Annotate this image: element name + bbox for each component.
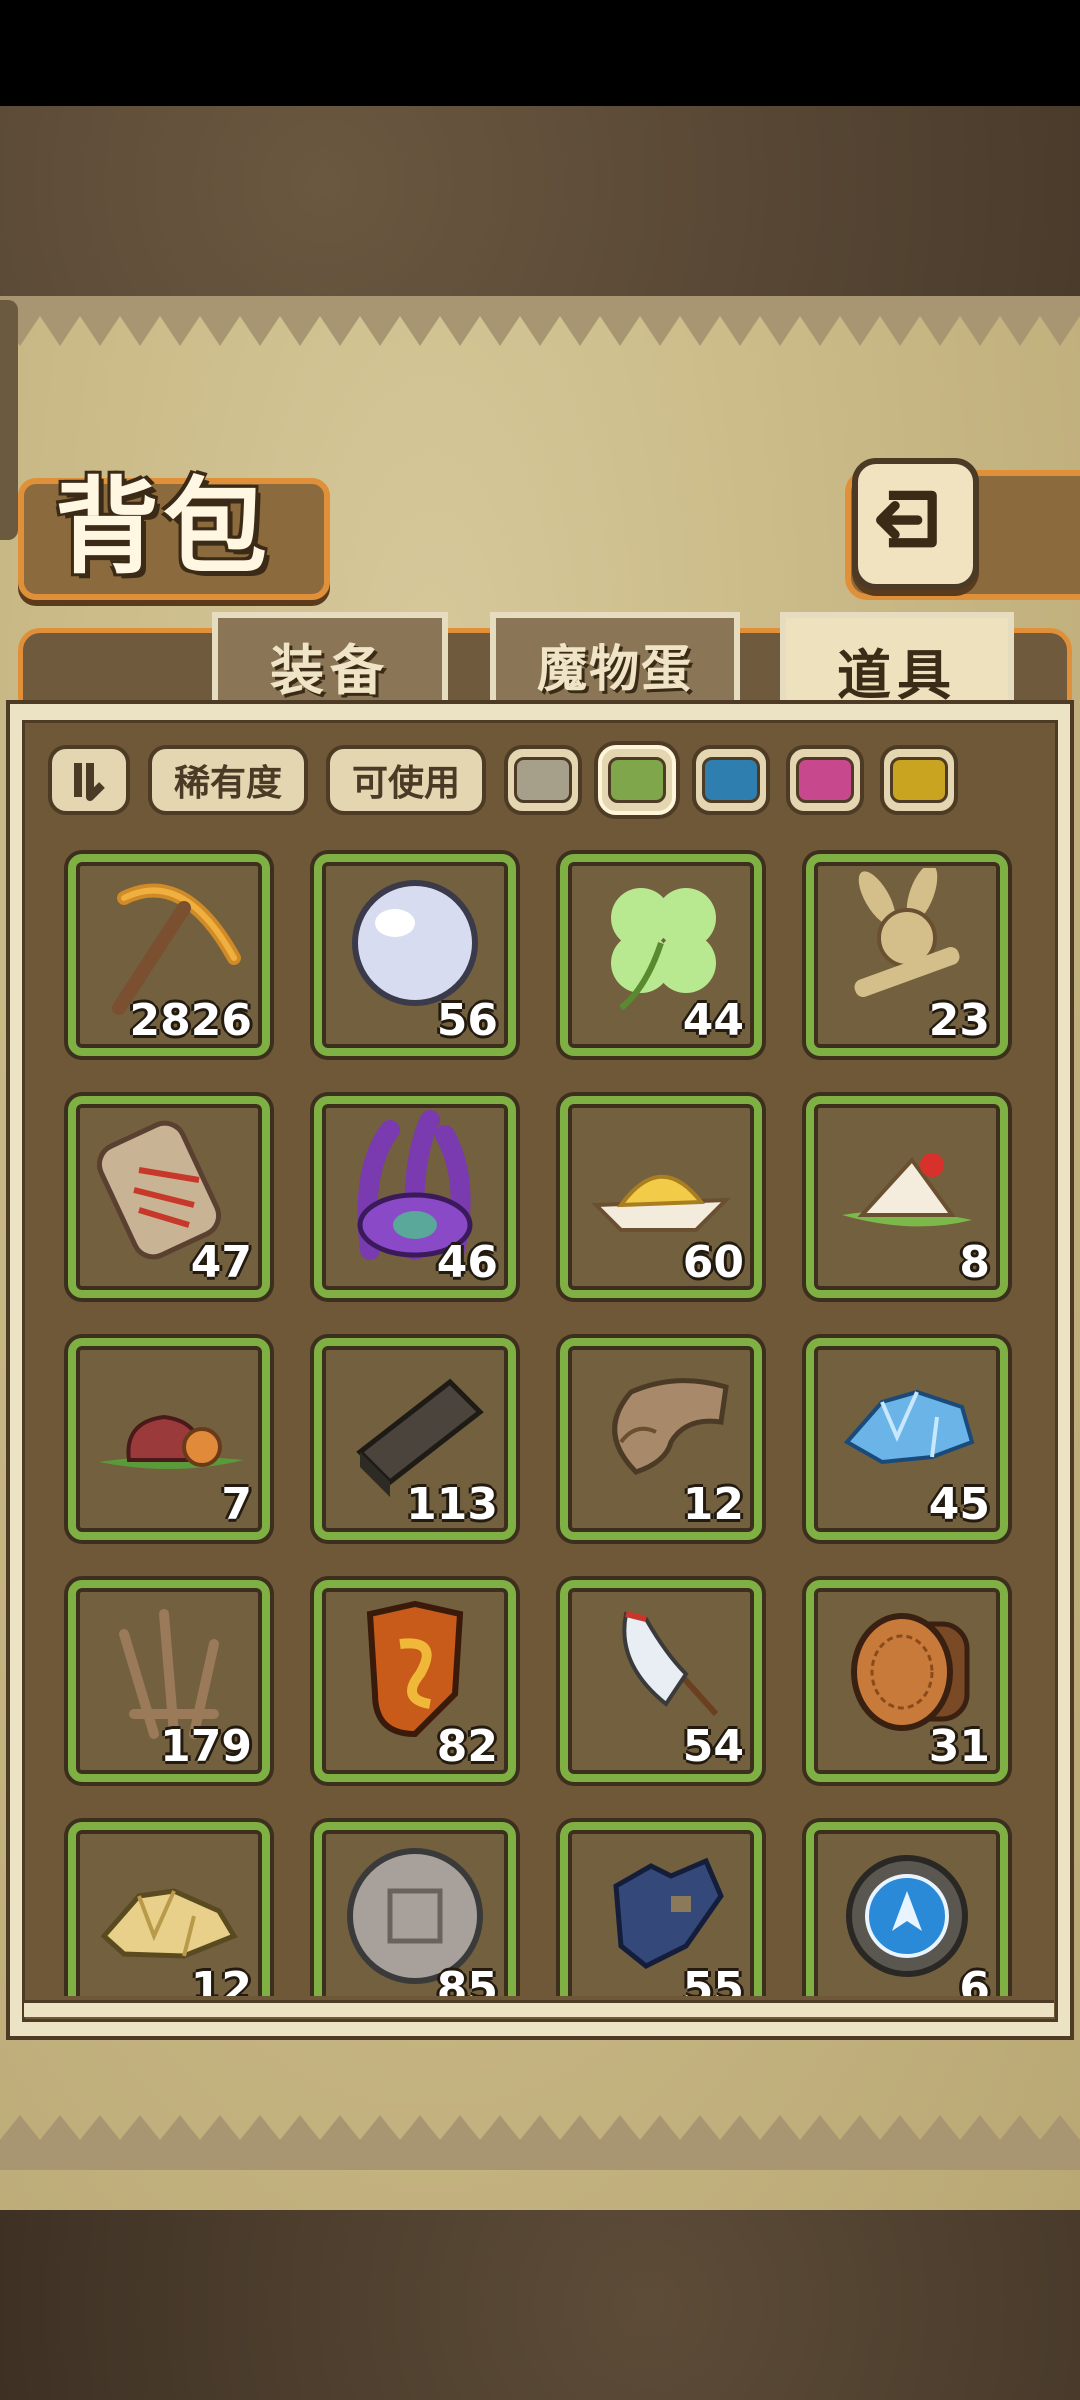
edge-handle[interactable] (0, 300, 18, 540)
item-count: 2826 (129, 995, 252, 1046)
map-background-bottom (0, 2210, 1080, 2400)
item-count: 85 (436, 1963, 498, 1996)
item-count: 8 (959, 1237, 990, 1288)
rarity-filter-button[interactable]: 稀有度 (148, 745, 308, 815)
filter-gray[interactable] (504, 745, 582, 815)
return-arrow-icon (876, 490, 937, 548)
torn-edge-top (0, 296, 1080, 346)
item-count: 179 (160, 1721, 252, 1772)
usable-filter-button[interactable]: 可使用 (326, 745, 486, 815)
item-grid: 2826 56 44 23 47 46 60 8 7 113 12 45 179… (22, 836, 1058, 1996)
item-count: 47 (190, 1237, 252, 1288)
item-slot[interactable]: 44 (560, 854, 762, 1056)
item-count: 23 (928, 995, 990, 1046)
item-count: 56 (436, 995, 498, 1046)
item-slot[interactable]: 2826 (68, 854, 270, 1056)
yellow-swatch (890, 757, 948, 803)
item-slot[interactable]: 46 (314, 1096, 516, 1298)
item-slot[interactable]: 31 (806, 1580, 1008, 1782)
tab-equipment[interactable]: 装备 (212, 612, 448, 712)
item-count: 6 (959, 1963, 990, 1996)
page-title: 背包 (55, 465, 272, 588)
item-slot[interactable]: 7 (68, 1338, 270, 1540)
filter-blue[interactable] (692, 745, 770, 815)
item-slot[interactable]: 179 (68, 1580, 270, 1782)
sort-toggle-button[interactable] (48, 745, 130, 815)
item-count: 7 (221, 1479, 252, 1530)
item-count: 46 (436, 1237, 498, 1288)
grid-bottom-rail (24, 2000, 1054, 2017)
item-slot[interactable]: 56 (314, 854, 516, 1056)
item-slot[interactable]: 47 (68, 1096, 270, 1298)
item-count: 45 (928, 1479, 990, 1530)
item-slot[interactable]: 12 (68, 1822, 270, 1996)
gray-swatch (514, 757, 572, 803)
item-slot[interactable]: 23 (806, 854, 1008, 1056)
map-background-top (0, 106, 1080, 296)
item-count: 60 (682, 1237, 744, 1288)
sort-icon (74, 763, 105, 801)
back-button[interactable] (852, 458, 979, 590)
tab-monster-eggs[interactable]: 魔物蛋 (490, 612, 740, 712)
item-slot[interactable]: 54 (560, 1580, 762, 1782)
tab-label: 魔物蛋 (537, 640, 693, 698)
item-slot[interactable]: 12 (560, 1338, 762, 1540)
green-swatch (608, 757, 666, 803)
torn-edge-bottom (0, 2115, 1080, 2170)
item-count: 12 (682, 1479, 744, 1530)
item-count: 12 (190, 1963, 252, 1996)
filter-pink[interactable] (786, 745, 864, 815)
item-count: 54 (682, 1721, 744, 1772)
item-slot[interactable]: 8 (806, 1096, 1008, 1298)
item-slot[interactable]: 60 (560, 1096, 762, 1298)
item-count: 44 (682, 995, 744, 1046)
filter-green[interactable] (598, 745, 676, 815)
item-slot[interactable]: 45 (806, 1338, 1008, 1540)
item-slot[interactable]: 85 (314, 1822, 516, 1996)
item-slot[interactable]: 6 (806, 1822, 1008, 1996)
item-slot[interactable]: 55 (560, 1822, 762, 1996)
item-count: 55 (682, 1963, 744, 1996)
item-count: 113 (406, 1479, 498, 1530)
pink-swatch (796, 757, 854, 803)
filter-yellow[interactable] (880, 745, 958, 815)
item-count: 31 (928, 1721, 990, 1772)
item-count: 82 (436, 1721, 498, 1772)
status-bar (0, 0, 1080, 106)
tab-label: 道具 (837, 643, 957, 707)
blue-swatch (702, 757, 760, 803)
item-slot[interactable]: 113 (314, 1338, 516, 1540)
tab-label: 装备 (270, 638, 390, 702)
item-slot[interactable]: 82 (314, 1580, 516, 1782)
